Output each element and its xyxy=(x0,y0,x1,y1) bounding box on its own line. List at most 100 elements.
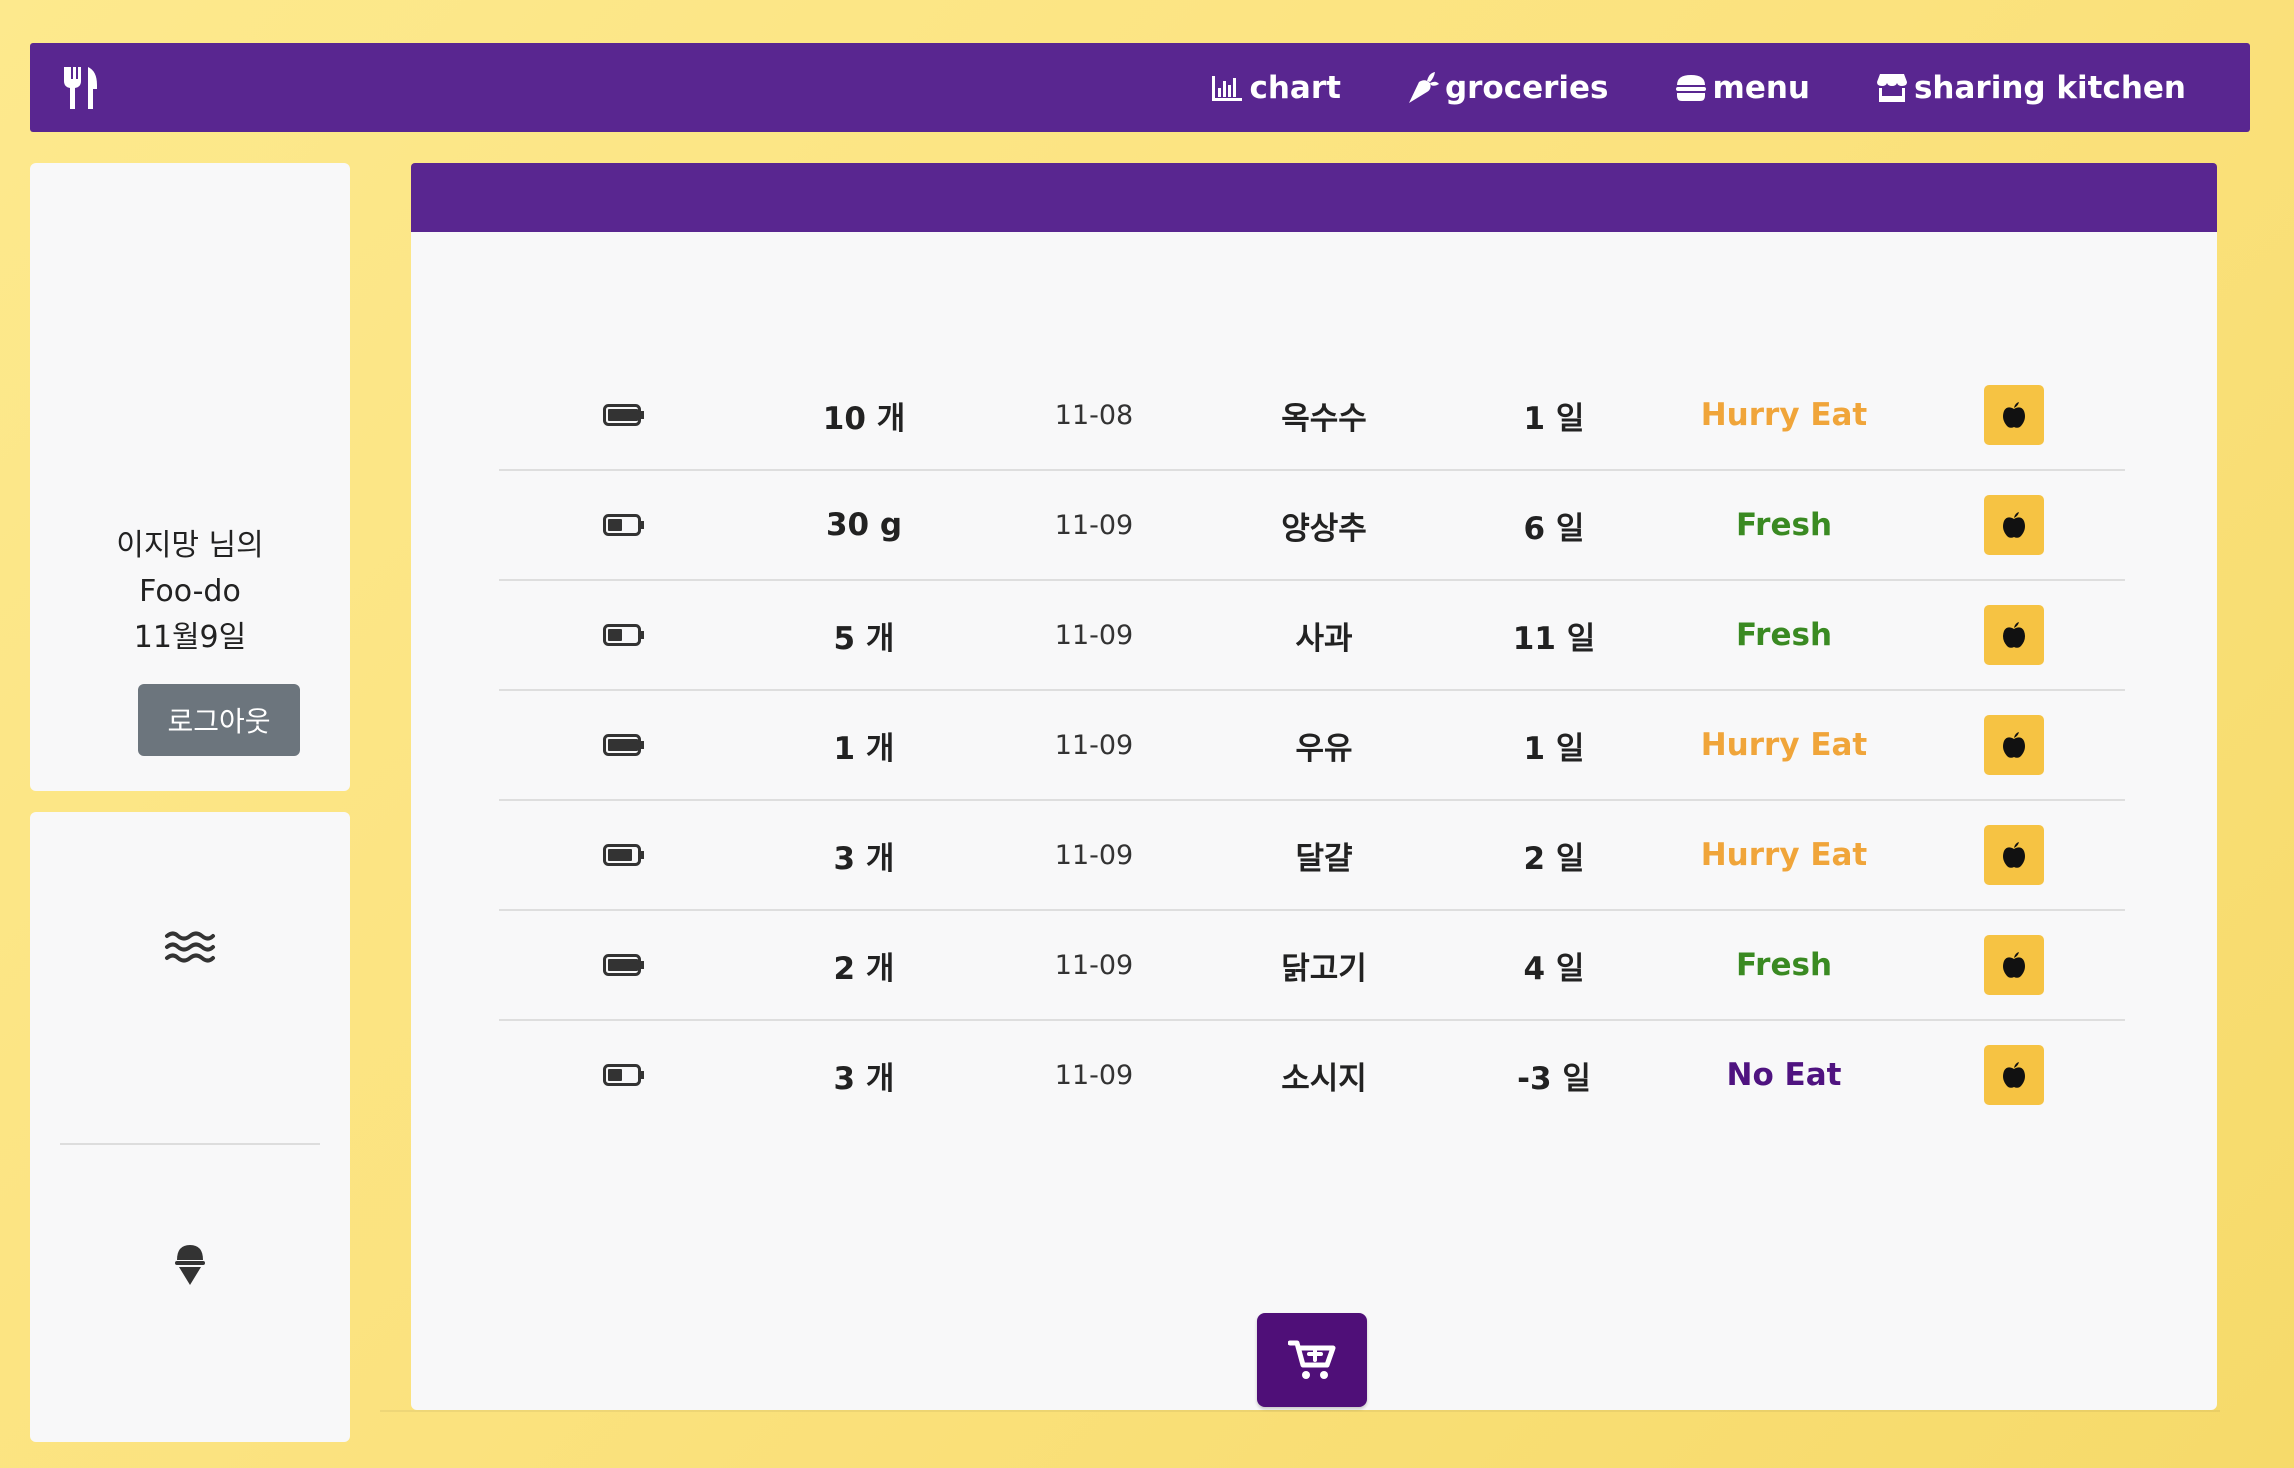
food-quantity: 30 g xyxy=(825,507,903,543)
food-days-left: -3 일 xyxy=(1517,1060,1591,1097)
food-days-left: 1 일 xyxy=(1523,730,1585,767)
utensils-icon[interactable] xyxy=(60,65,100,111)
nav-chart-label: chart xyxy=(1249,69,1341,106)
apple-icon xyxy=(2003,512,2025,538)
food-name: 닭고기 xyxy=(1281,950,1367,987)
food-status: Hurry Eat xyxy=(1700,727,1868,763)
profile-app-name: Foo-do xyxy=(139,574,241,609)
water-waves-icon[interactable] xyxy=(164,928,216,966)
food-row: 1 개 11-09 우유 1 일 Hurry Eat xyxy=(499,690,2125,800)
nav-menu-label: menu xyxy=(1712,69,1810,106)
food-status: Fresh xyxy=(1735,507,1833,543)
logout-button[interactable]: 로그아웃 xyxy=(138,684,300,756)
food-status: Hurry Eat xyxy=(1700,837,1868,873)
food-date: 11-09 xyxy=(1054,1059,1134,1091)
food-name: 양상추 xyxy=(1281,510,1367,547)
battery-cell xyxy=(499,580,749,690)
top-navbar: chart groceries menu sharing kitchen xyxy=(30,43,2250,132)
food-days-left: 4 일 xyxy=(1523,950,1585,987)
food-days-left: 11 일 xyxy=(1512,620,1596,657)
food-name: 달걀 xyxy=(1295,840,1353,877)
side-divider xyxy=(60,1143,320,1145)
food-date: 11-09 xyxy=(1054,949,1134,981)
profile-greeting: 이지망 님의 xyxy=(116,528,264,563)
eat-button[interactable] xyxy=(1984,495,2044,555)
cart-plus-icon xyxy=(1288,1340,1336,1379)
nav-groceries[interactable]: groceries xyxy=(1405,70,1609,106)
ice-cream-icon[interactable] xyxy=(174,1242,206,1286)
eat-button-cell xyxy=(1899,580,2129,690)
eat-button[interactable] xyxy=(1984,825,2044,885)
nav-sharing-kitchen[interactable]: sharing kitchen xyxy=(1874,70,2186,106)
food-quantity: 3 개 xyxy=(833,1060,895,1097)
nav-sharing-kitchen-label: sharing kitchen xyxy=(1913,69,2186,106)
food-row: 30 g 11-09 양상추 6 일 Fresh xyxy=(499,470,2125,580)
eat-button-cell xyxy=(1899,360,2129,470)
battery-half-icon xyxy=(603,514,644,536)
food-row: 3 개 11-09 달걀 2 일 Hurry Eat xyxy=(499,800,2125,910)
side-menu-card xyxy=(30,812,350,1442)
food-date: 11-09 xyxy=(1054,509,1134,541)
food-name: 사과 xyxy=(1295,620,1353,657)
add-to-cart-button[interactable] xyxy=(1257,1313,1367,1407)
food-status: No Eat xyxy=(1726,1057,1842,1093)
eat-button[interactable] xyxy=(1984,715,2044,775)
food-quantity: 10 개 xyxy=(822,400,906,437)
food-quantity: 1 개 xyxy=(833,730,895,767)
battery-cell xyxy=(499,470,749,580)
store-icon xyxy=(1876,73,1907,102)
eat-button-cell xyxy=(1899,800,2129,910)
food-days-left: 2 일 xyxy=(1523,840,1585,877)
nav-menu[interactable]: menu xyxy=(1673,70,1810,106)
apple-icon xyxy=(2003,1062,2025,1088)
battery-full-icon xyxy=(603,954,644,976)
chart-bar-icon xyxy=(1212,75,1243,101)
eat-button[interactable] xyxy=(1984,385,2044,445)
profile-card: 이지망 님의 Foo-do 11월9일 로그아웃 xyxy=(30,163,350,791)
apple-icon xyxy=(2003,402,2025,428)
battery-cell xyxy=(499,800,749,910)
food-quantity: 5 개 xyxy=(833,620,895,657)
nav-groceries-label: groceries xyxy=(1444,69,1609,106)
battery-cell xyxy=(499,690,749,800)
food-days-left: 6 일 xyxy=(1523,510,1585,547)
food-quantity: 3 개 xyxy=(833,840,895,877)
eat-button[interactable] xyxy=(1984,605,2044,665)
food-date: 11-09 xyxy=(1054,839,1134,871)
apple-icon xyxy=(2003,732,2025,758)
eat-button-cell xyxy=(1899,690,2129,800)
food-row: 10 개 11-08 옥수수 1 일 Hurry Eat xyxy=(499,360,2125,470)
food-status: Fresh xyxy=(1735,947,1833,983)
battery-full-icon xyxy=(603,404,644,426)
food-date: 11-09 xyxy=(1054,729,1134,761)
food-status: Fresh xyxy=(1735,617,1833,653)
battery-cell xyxy=(499,910,749,1020)
food-list-header xyxy=(411,163,2217,232)
eat-button-cell xyxy=(1899,910,2129,1020)
apple-icon xyxy=(2003,842,2025,868)
eat-button[interactable] xyxy=(1984,1045,2044,1105)
food-name: 옥수수 xyxy=(1281,400,1367,437)
battery-half-icon xyxy=(603,624,644,646)
eat-button-cell xyxy=(1899,470,2129,580)
battery-half-icon xyxy=(603,1064,644,1086)
apple-icon xyxy=(2003,622,2025,648)
bottom-shadow-line xyxy=(380,1410,2220,1412)
food-date: 11-08 xyxy=(1054,399,1134,431)
profile-date: 11월9일 xyxy=(133,620,247,655)
hamburger-icon xyxy=(1675,74,1706,101)
food-row: 2 개 11-09 닭고기 4 일 Fresh xyxy=(499,910,2125,1020)
carrot-icon xyxy=(1408,71,1439,103)
food-status: Hurry Eat xyxy=(1700,397,1868,433)
nav-chart[interactable]: chart xyxy=(1209,69,1341,106)
eat-button-cell xyxy=(1899,1020,2129,1130)
battery-full-icon xyxy=(603,734,644,756)
food-quantity: 2 개 xyxy=(833,950,895,987)
profile-info: 이지망 님의 Foo-do 11월9일 xyxy=(30,523,350,661)
eat-button[interactable] xyxy=(1984,935,2044,995)
food-row: 5 개 11-09 사과 11 일 Fresh xyxy=(499,580,2125,690)
food-row: 3 개 11-09 소시지 -3 일 No Eat xyxy=(499,1020,2125,1130)
apple-icon xyxy=(2003,952,2025,978)
food-list-card: 10 개 11-08 옥수수 1 일 Hurry Eat 30 g 11-09 양상추 6 일 F… xyxy=(411,163,2217,1410)
food-days-left: 1 일 xyxy=(1523,400,1585,437)
